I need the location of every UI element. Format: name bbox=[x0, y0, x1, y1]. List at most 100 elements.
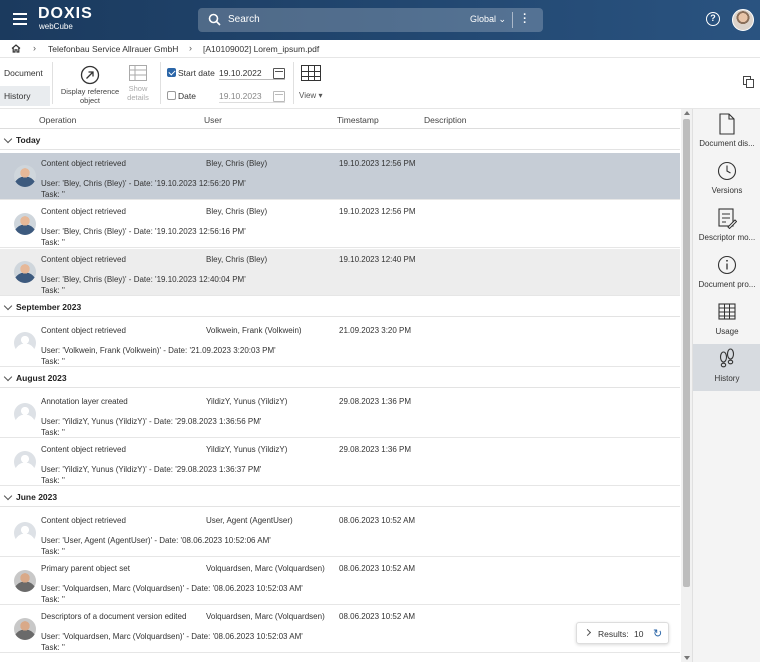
app-logo[interactable]: DOXIS webCube bbox=[38, 6, 93, 32]
row-user: YildizY, Yunus (YildizY) bbox=[206, 445, 288, 454]
avatar bbox=[14, 261, 36, 283]
row-task: Task: '' bbox=[41, 190, 65, 199]
breadcrumb: › Telefonbau Service Allrauer GmbH › [A1… bbox=[0, 40, 760, 58]
app-header: DOXIS webCube Search Global ⌄ · · · ? bbox=[0, 0, 760, 40]
group-header[interactable]: September 2023 bbox=[0, 297, 680, 317]
row-user: Bley, Chris (Bley) bbox=[206, 255, 268, 264]
row-operation: Content object retrieved bbox=[41, 255, 126, 264]
row-detail: User: 'Volquardsen, Marc (Volquardsen)' … bbox=[41, 632, 303, 641]
side-item-document-properties[interactable]: Document pro... bbox=[693, 250, 760, 297]
search-scope-dropdown[interactable]: Global ⌄ bbox=[470, 14, 506, 25]
date-checkbox[interactable] bbox=[167, 91, 176, 100]
user-avatar[interactable] bbox=[732, 9, 754, 31]
row-operation: Content object retrieved bbox=[41, 516, 126, 525]
display-reference-label: Display reference object bbox=[60, 87, 120, 105]
table-icon bbox=[718, 303, 736, 320]
tab-document[interactable]: Document bbox=[0, 63, 50, 83]
row-task: Task: '' bbox=[41, 286, 65, 295]
side-item-usage[interactable]: Usage bbox=[693, 297, 760, 344]
avatar bbox=[14, 403, 36, 425]
home-icon[interactable] bbox=[11, 44, 21, 53]
scroll-down-arrow[interactable] bbox=[684, 656, 690, 660]
view-label: View bbox=[299, 91, 317, 100]
row-timestamp: 19.10.2023 12:40 PM bbox=[339, 255, 416, 264]
history-list: Operation User Timestamp Description Tod… bbox=[0, 109, 692, 662]
avatar bbox=[14, 618, 36, 640]
side-item-descriptor-mode[interactable]: Descriptor mo... bbox=[693, 203, 760, 250]
row-operation: Content object retrieved bbox=[41, 207, 126, 216]
help-icon[interactable]: ? bbox=[706, 12, 720, 26]
row-timestamp: 29.08.2023 1:36 PM bbox=[339, 397, 412, 406]
row-user: YildizY, Yunus (YildizY) bbox=[206, 397, 288, 406]
chevron-right-icon[interactable] bbox=[583, 628, 592, 637]
row-timestamp: 21.09.2023 3:20 PM bbox=[339, 326, 412, 335]
row-user: Bley, Chris (Bley) bbox=[206, 159, 268, 168]
side-item-history[interactable]: History bbox=[693, 344, 760, 391]
table-row[interactable]: Primary parent object set Volquardsen, Ma… bbox=[0, 558, 680, 605]
table-row[interactable]: Annotation layer created YildizY, Yunus (… bbox=[0, 391, 680, 438]
table-row[interactable]: Content object retrieved Bley, Chris (Ble… bbox=[0, 201, 680, 248]
chevron-right-icon: › bbox=[189, 43, 192, 53]
breadcrumb-item-document[interactable]: [A10109002] Lorem_ipsum.pdf bbox=[203, 44, 319, 54]
side-item-label: Versions bbox=[711, 186, 743, 195]
results-label: Results: bbox=[598, 629, 629, 639]
info-icon bbox=[717, 255, 737, 275]
table-row[interactable]: Content object retrieved User, Agent (Age… bbox=[0, 510, 680, 557]
start-date-checkbox[interactable] bbox=[167, 68, 176, 77]
scroll-up-arrow[interactable] bbox=[684, 111, 690, 115]
column-description[interactable]: Description bbox=[424, 115, 467, 125]
row-timestamp: 29.08.2023 1:36 PM bbox=[339, 445, 412, 454]
row-task: Task: '' bbox=[41, 595, 65, 604]
toolbar-divider bbox=[160, 62, 161, 104]
avatar bbox=[14, 570, 36, 592]
row-user: Volkwein, Frank (Volkwein) bbox=[206, 326, 302, 335]
table-view-icon bbox=[301, 65, 321, 81]
row-timestamp: 08.06.2023 10:52 AM bbox=[339, 612, 416, 621]
document-icon bbox=[719, 113, 735, 135]
row-detail: User: 'YildizY, Yunus (YildizY)' - Date:… bbox=[41, 417, 262, 426]
toolbar-divider bbox=[293, 62, 294, 104]
row-operation: Primary parent object set bbox=[41, 564, 130, 573]
menu-icon[interactable] bbox=[13, 13, 27, 25]
view-menu-button[interactable]: View ▾ bbox=[299, 65, 322, 100]
row-timestamp: 19.10.2023 12:56 PM bbox=[339, 159, 416, 168]
vertical-scrollbar[interactable] bbox=[681, 109, 692, 662]
group-header[interactable]: June 2023 bbox=[0, 487, 680, 507]
show-details-label: Show details bbox=[127, 84, 149, 102]
side-item-document-display[interactable]: Document dis... bbox=[693, 109, 760, 156]
search-divider bbox=[512, 12, 513, 28]
search-bar[interactable]: Search Global ⌄ · · · bbox=[198, 8, 543, 32]
copy-panel-icon[interactable] bbox=[743, 76, 754, 88]
search-input[interactable]: Search bbox=[228, 14, 260, 25]
group-header[interactable]: August 2023 bbox=[0, 368, 680, 388]
group-label: September 2023 bbox=[16, 302, 82, 312]
show-details-button[interactable]: Show details bbox=[124, 65, 152, 102]
calendar-icon bbox=[273, 91, 285, 102]
avatar bbox=[14, 451, 36, 473]
group-label: Today bbox=[16, 135, 41, 145]
display-reference-button[interactable]: Display reference object bbox=[58, 65, 122, 105]
row-detail: User: 'YildizY, Yunus (YildizY)' - Date:… bbox=[41, 465, 262, 474]
tab-history[interactable]: History bbox=[0, 86, 50, 106]
arrow-up-right-circle-icon bbox=[80, 65, 100, 85]
refresh-icon[interactable]: ↻ bbox=[653, 627, 662, 640]
table-row[interactable]: Content object retrieved YildizY, Yunus (… bbox=[0, 439, 680, 486]
table-row[interactable]: Content object retrieved Bley, Chris (Ble… bbox=[0, 153, 680, 200]
avatar bbox=[14, 332, 36, 354]
column-operation[interactable]: Operation bbox=[39, 115, 76, 125]
side-item-versions[interactable]: Versions bbox=[693, 156, 760, 203]
table-row[interactable]: Content object retrieved Volkwein, Frank … bbox=[0, 320, 680, 367]
breadcrumb-item-folder[interactable]: Telefonbau Service Allrauer GmbH bbox=[48, 44, 178, 54]
logo-sub: webCube bbox=[39, 22, 73, 31]
group-header[interactable]: Today bbox=[0, 130, 680, 150]
chevron-down-icon bbox=[3, 134, 13, 144]
logo-main: DOXIS bbox=[38, 5, 93, 22]
side-item-label: Usage bbox=[715, 327, 739, 336]
calendar-icon[interactable] bbox=[273, 68, 285, 79]
table-row[interactable]: Content object retrieved Bley, Chris (Ble… bbox=[0, 249, 680, 296]
scrollbar-thumb[interactable] bbox=[683, 119, 690, 587]
more-vertical-icon[interactable]: · · · bbox=[523, 10, 527, 29]
column-user[interactable]: User bbox=[204, 115, 222, 125]
column-timestamp[interactable]: Timestamp bbox=[337, 115, 379, 125]
row-user: Volquardsen, Marc (Volquardsen) bbox=[206, 564, 325, 573]
